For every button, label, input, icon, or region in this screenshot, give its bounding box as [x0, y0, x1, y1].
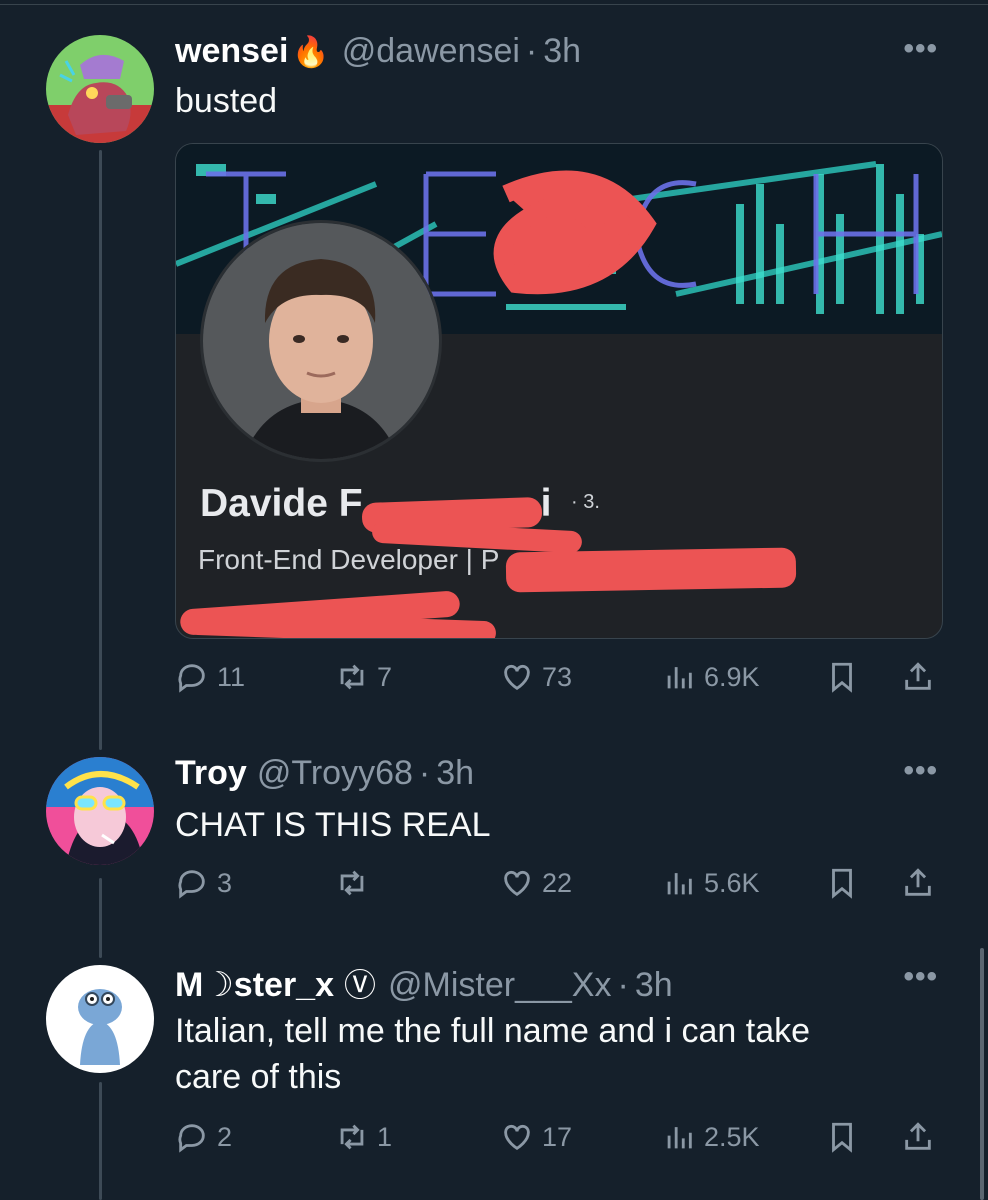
- more-icon[interactable]: •••: [903, 32, 938, 66]
- thread-line: [99, 150, 102, 750]
- bookmark-icon: [832, 868, 852, 899]
- more-icon[interactable]: •••: [903, 754, 938, 788]
- bookmark-button[interactable]: [825, 866, 867, 900]
- bookmark-icon: [832, 1122, 852, 1153]
- share-icon: [905, 662, 931, 690]
- view-count: 5.6K: [704, 867, 760, 898]
- profile-photo: [200, 220, 442, 462]
- separator-dot: ·: [525, 32, 538, 70]
- bookmark-icon: [832, 662, 852, 693]
- share-icon: [905, 1122, 931, 1150]
- repost-button[interactable]: 7: [335, 660, 392, 694]
- author-name[interactable]: M☽ster_x: [175, 965, 334, 1005]
- top-divider: [0, 4, 988, 5]
- views-button[interactable]: 2.5K: [662, 1120, 760, 1154]
- views-icon: [667, 667, 692, 689]
- reply-icon: [178, 1124, 205, 1153]
- repost-icon: [340, 664, 364, 690]
- reply-count: 11: [217, 661, 246, 692]
- tweet-header: wensei 🔥 @dawensei · 3h: [175, 32, 581, 71]
- share-icon: [905, 868, 931, 896]
- tweet-actions: 2 1 17 2.5K: [175, 1120, 945, 1160]
- like-button[interactable]: 22: [500, 866, 572, 900]
- timestamp[interactable]: 3h: [436, 754, 474, 793]
- like-icon: [504, 870, 530, 897]
- views-icon: [667, 1127, 692, 1149]
- repost-count: 1: [377, 1121, 393, 1152]
- reply-button[interactable]: 2: [175, 1120, 232, 1154]
- avatar[interactable]: [46, 757, 154, 865]
- scrollbar[interactable]: [980, 948, 984, 1200]
- reply-icon: [178, 664, 205, 693]
- share-button[interactable]: [901, 1120, 943, 1154]
- repost-count: 7: [377, 661, 393, 692]
- tweet-text: Italian, tell me the full name and i can…: [175, 1008, 810, 1100]
- tweet-header: M☽ster_x Ⓥ @Mister___Xx · 3h: [175, 960, 673, 1006]
- tweet-text-line: Italian, tell me the full name and i can…: [175, 1012, 811, 1050]
- reply-button[interactable]: 3: [175, 866, 232, 900]
- redaction-mark: [505, 547, 797, 593]
- author-handle[interactable]: @Mister___Xx: [388, 966, 611, 1005]
- bookmark-button[interactable]: [825, 1120, 867, 1154]
- author-handle[interactable]: @dawensei: [342, 32, 520, 71]
- tweet-text: busted: [175, 82, 278, 120]
- reply-button[interactable]: 11: [175, 660, 245, 694]
- reply-icon: [178, 870, 205, 899]
- like-count: 73: [542, 661, 573, 692]
- thread-line: [99, 878, 102, 958]
- card-connection-degree: · 3.: [571, 491, 600, 513]
- bookmark-button[interactable]: [825, 660, 867, 694]
- reply-count: 2: [217, 1121, 233, 1152]
- timestamp[interactable]: 3h: [543, 32, 581, 71]
- like-count: 22: [542, 867, 573, 898]
- separator-dot: ·: [617, 966, 629, 1004]
- separator-dot: ·: [418, 754, 431, 792]
- tweet-text-line: care of this: [175, 1058, 342, 1096]
- verified-badge: Ⓥ: [344, 967, 377, 1003]
- fire-emoji: 🔥: [292, 36, 330, 69]
- attached-image[interactable]: Davide Fi · 3. Front-End Developer | Pti…: [175, 143, 943, 639]
- like-icon: [504, 664, 530, 691]
- timestamp[interactable]: 3h: [635, 966, 673, 1005]
- like-button[interactable]: 73: [500, 660, 572, 694]
- author-handle[interactable]: @Troyy68: [257, 754, 413, 793]
- repost-button[interactable]: [335, 866, 377, 900]
- views-button[interactable]: 6.9K: [662, 660, 760, 694]
- thread-line: [99, 1082, 102, 1200]
- repost-button[interactable]: 1: [335, 1120, 392, 1154]
- tweet-header: Troy @Troyy68 · 3h: [175, 754, 474, 793]
- share-button[interactable]: [901, 660, 943, 694]
- views-button[interactable]: 5.6K: [662, 866, 760, 900]
- like-button[interactable]: 17: [500, 1120, 572, 1154]
- tweet-text: CHAT IS THIS REAL: [175, 806, 491, 844]
- repost-icon: [340, 1124, 364, 1150]
- view-count: 6.9K: [704, 661, 760, 692]
- tweet-actions: 3 22 5.6K: [175, 866, 945, 906]
- tweet-actions: 11 7 73 6.9K: [175, 660, 945, 700]
- like-icon: [504, 1124, 530, 1151]
- share-button[interactable]: [901, 866, 943, 900]
- repost-icon: [340, 870, 364, 896]
- more-icon[interactable]: •••: [903, 960, 938, 994]
- views-icon: [667, 873, 692, 895]
- view-count: 2.5K: [704, 1121, 760, 1152]
- author-name[interactable]: Troy: [175, 754, 247, 793]
- avatar[interactable]: [46, 965, 154, 1073]
- author-name[interactable]: wensei: [175, 32, 288, 71]
- reply-count: 3: [217, 867, 233, 898]
- avatar[interactable]: [46, 35, 154, 143]
- like-count: 17: [542, 1121, 573, 1152]
